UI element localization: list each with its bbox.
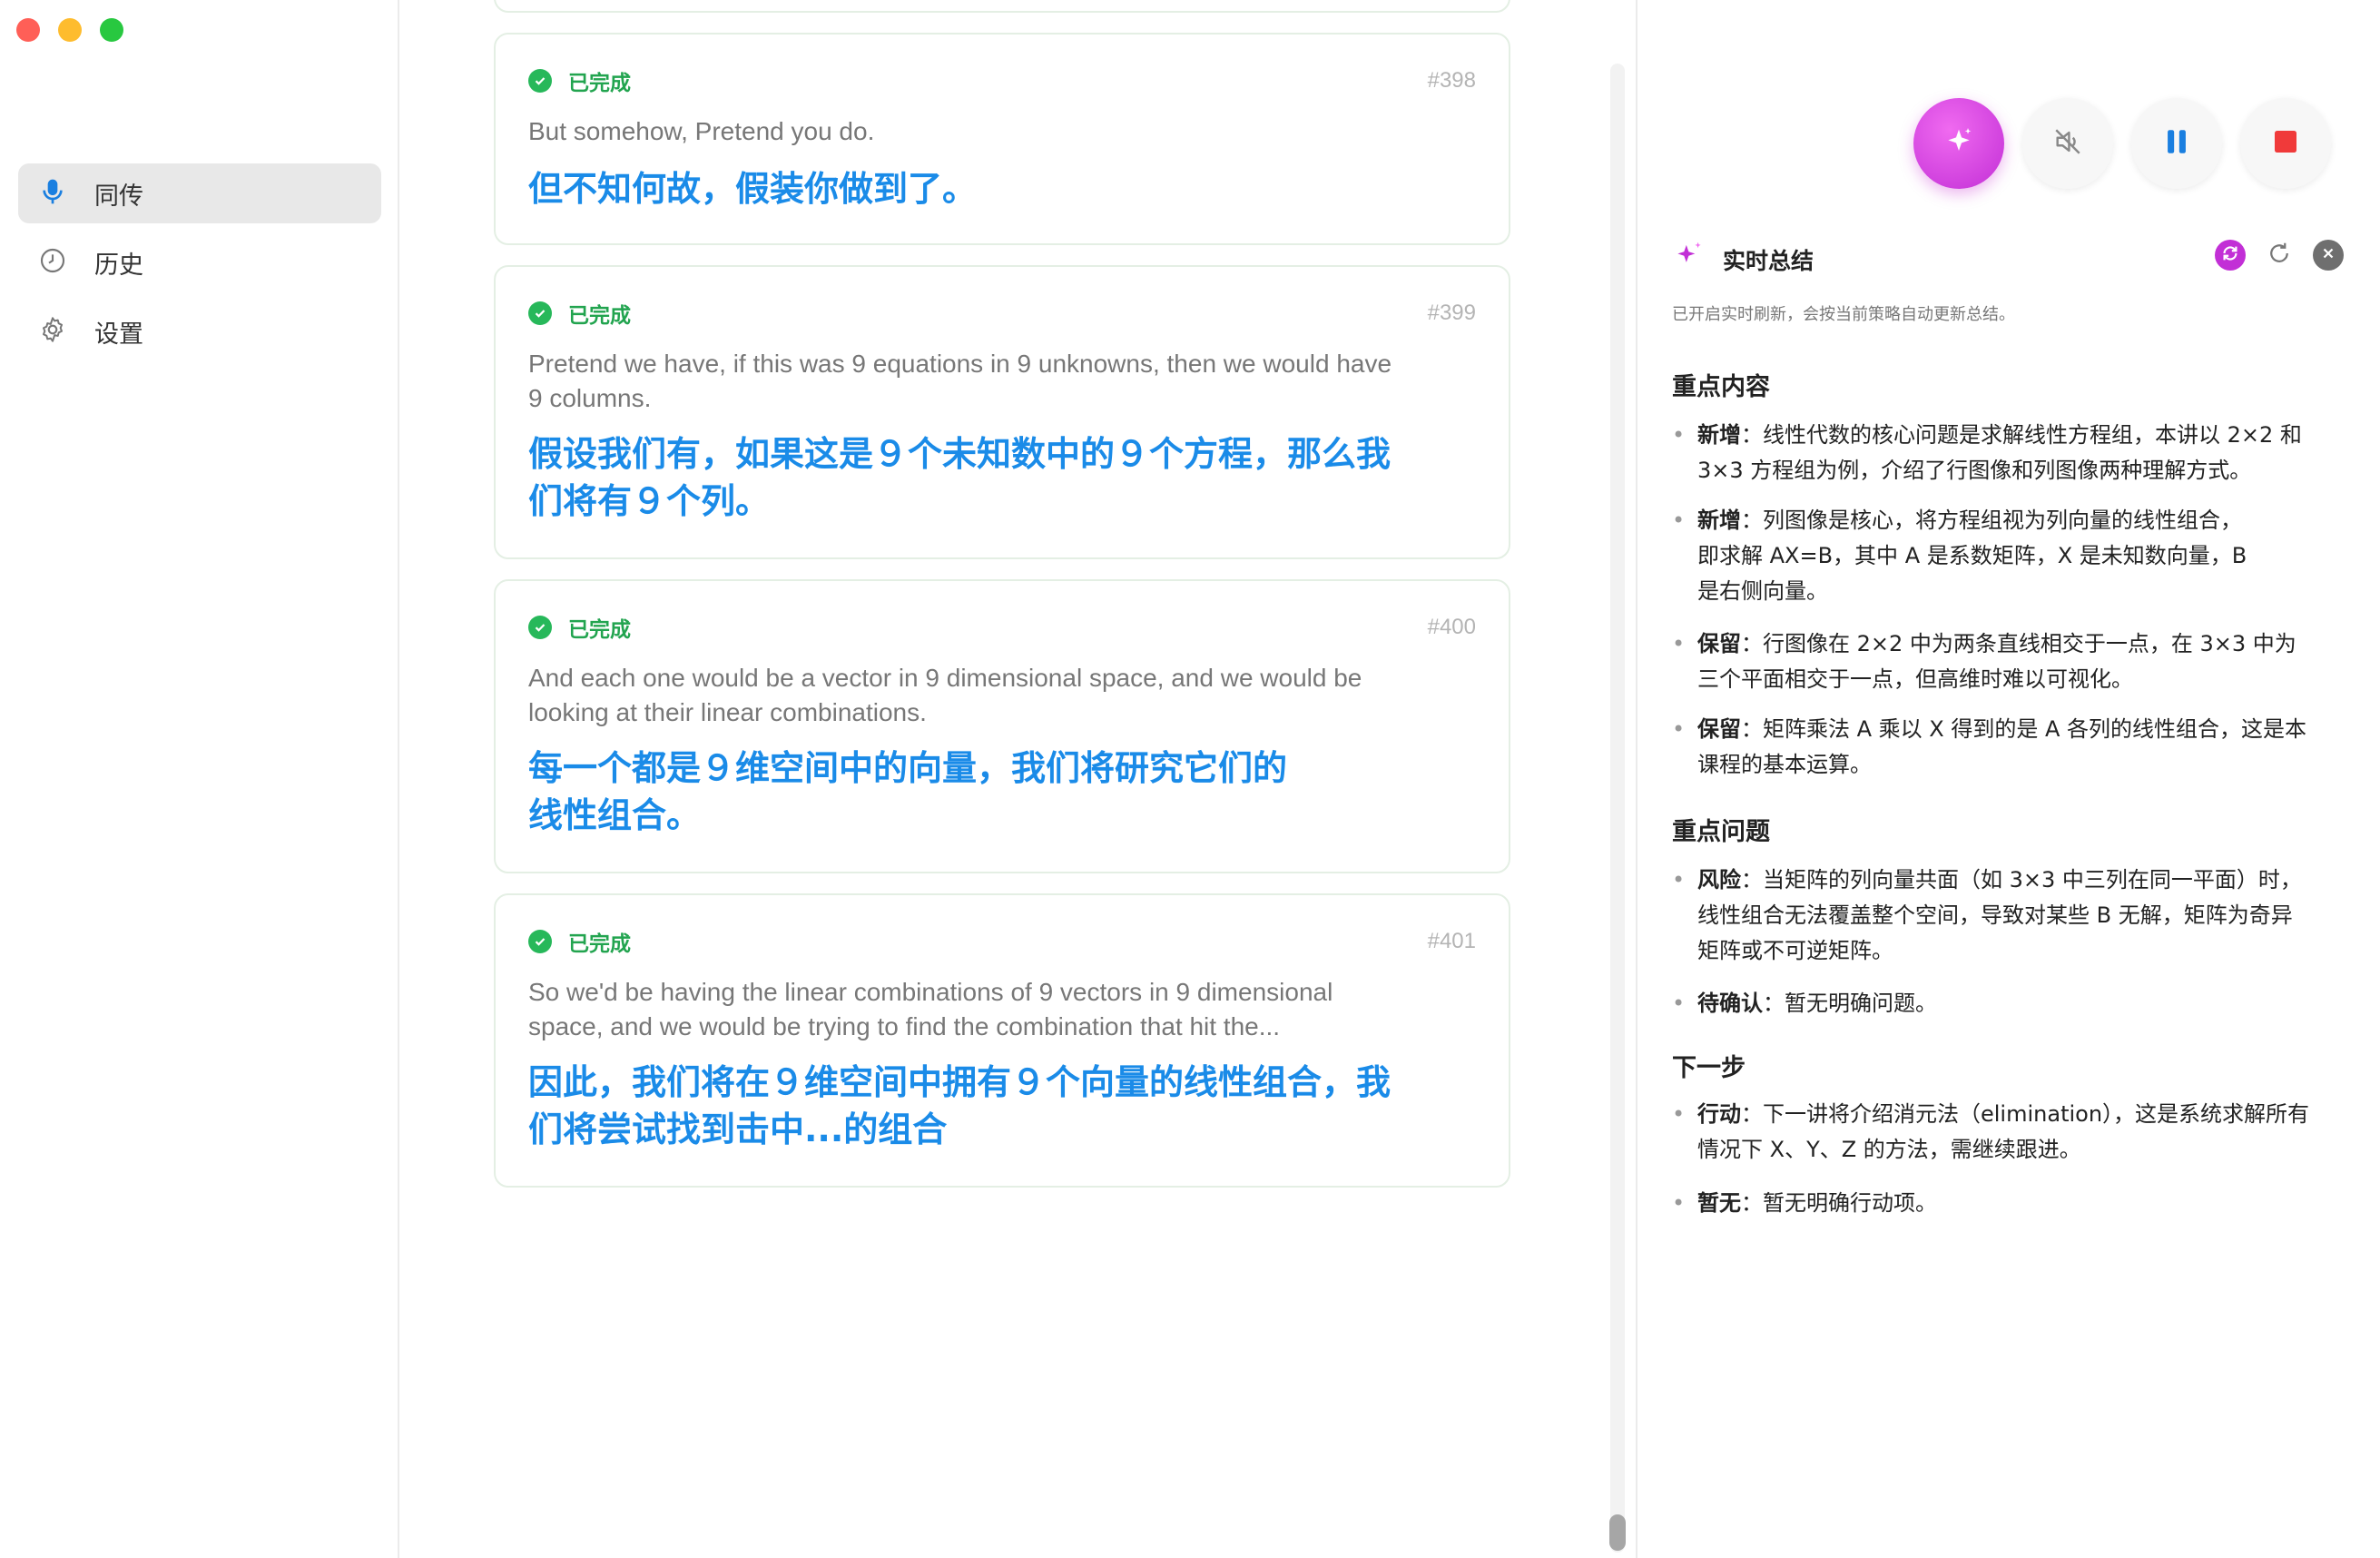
status-label: 已完成 [568,932,631,956]
clock-icon [38,246,67,280]
sidebar-item-history[interactable]: 历史 [18,232,381,292]
summary-item: • 风险：当矩阵的列向量共面（如 3×3 中三列在同一平面）时， 线性组合无法覆… [1672,867,2302,963]
transcript-list[interactable]: 已完成 #398 But somehow, Pretend you do. 但不… [399,0,1636,1558]
source-text: And each one would be a vector in 9 dime… [528,664,1362,726]
summary-title: 实时总结 [1723,248,1815,274]
summary-item: • 新增：线性代数的核心问题是求解线性方程组，本讲以 2×2 和 3×3 方程组… [1672,422,2302,483]
translation-text: 但不知何故，假装你做到了。 [528,169,978,209]
mute-button[interactable] [2022,98,2113,189]
translation-text: 假设我们有，如果这是９个未知数中的９个方程，那么我 们将有９个列。 [528,434,1392,521]
summary-panel: 实时总结 已开启实时刷新，会按当前策略自动更新总结。 重点内容 • 新增：线性代… [1636,0,2380,1558]
sidebar-item-settings[interactable]: 设置 [18,301,381,361]
summary-item: • 暂无：暂无明确行动项。 [1672,1190,1937,1216]
sparkle-icon [1672,238,1706,277]
close-summary-button[interactable] [2313,240,2344,271]
sidebar: 同传 历史 设置 [0,0,399,1558]
translation-text: 因此，我们将在９维空间中拥有９个向量的线性组合，我 们将尝试找到击中...的组合 [528,1062,1392,1149]
pause-button[interactable] [2131,98,2222,189]
transcript-card[interactable]: 已完成 #399 Pretend we have, if this was 9 … [494,265,1510,559]
source-text: Pretend we have, if this was 9 equations… [528,350,1392,412]
sidebar-item-simultaneous[interactable]: 同传 [18,163,381,223]
status-label: 已完成 [568,304,631,328]
sidebar-item-label: 设置 [94,320,143,349]
sidebar-item-label: 同传 [94,182,143,211]
summary-item: • 保留：矩阵乘法 A 乘以 X 得到的是 A 各列的线性组合，这是本 课程的基… [1672,716,2307,777]
status-label: 已完成 [568,72,631,95]
summary-item: • 保留：行图像在 2×2 中为两条直线相交于一点，在 3×3 中为 三个平面相… [1672,631,2296,692]
refresh-icon [2266,240,2293,271]
auto-refresh-toggle[interactable] [2215,240,2246,271]
scrollbar-thumb[interactable] [1609,1514,1626,1551]
sparkle-icon [1941,123,1977,164]
zoom-window-button[interactable] [100,18,123,42]
transcript-card[interactable]: 已完成 #400 And each one would be a vector … [494,579,1510,873]
check-circle-icon [528,616,552,639]
stop-button[interactable] [2240,98,2331,189]
source-text: But somehow, Pretend you do. [528,117,875,145]
check-circle-icon [528,930,552,953]
close-window-button[interactable] [16,18,40,42]
check-circle-icon [528,69,552,93]
section-title: 重点问题 [1672,818,1770,846]
segment-id: #401 [1427,929,1476,953]
sidebar-item-label: 历史 [94,251,143,280]
summary-hint: 已开启实时刷新，会按当前策略自动更新总结。 [1672,305,2015,324]
gear-icon [38,315,67,349]
segment-id: #398 [1427,68,1476,93]
transcript-card[interactable]: 已完成 #401 So we'd be having the linear co… [494,893,1510,1188]
microphone-icon [38,177,67,211]
speaker-muted-icon [2052,126,2083,162]
section-title: 重点内容 [1672,373,1770,401]
transcript-card-partial [494,0,1510,13]
summary-item: • 新增：列图像是核心，将方程组视为列向量的线性组合， 即求解 AX=B，其中 … [1672,508,2247,604]
status-label: 已完成 [568,618,631,642]
segment-id: #400 [1427,615,1476,639]
segment-id: #399 [1427,301,1476,325]
translation-text: 每一个都是９维空间中的向量，我们将研究它们的 线性组合。 [528,748,1288,835]
refresh-button[interactable] [2264,240,2295,271]
minimize-window-button[interactable] [58,18,82,42]
summary-item: • 行动：下一讲将介绍消元法（elimination），这是系统求解所有 情况下… [1672,1101,2310,1162]
close-icon [2320,245,2336,266]
source-text: So we'd be having the linear combination… [528,978,1333,1040]
ai-summary-button[interactable] [1913,98,2004,189]
check-circle-icon [528,301,552,325]
pause-icon [2163,126,2190,162]
summary-item: • 待确认：暂无明确问题。 [1672,991,1937,1016]
scrollbar-track[interactable] [1610,64,1625,1553]
transcript-card[interactable]: 已完成 #398 But somehow, Pretend you do. 但不… [494,33,1510,245]
section-title: 下一步 [1672,1054,1746,1082]
stop-icon [2271,127,2300,161]
sync-icon [2220,243,2240,268]
